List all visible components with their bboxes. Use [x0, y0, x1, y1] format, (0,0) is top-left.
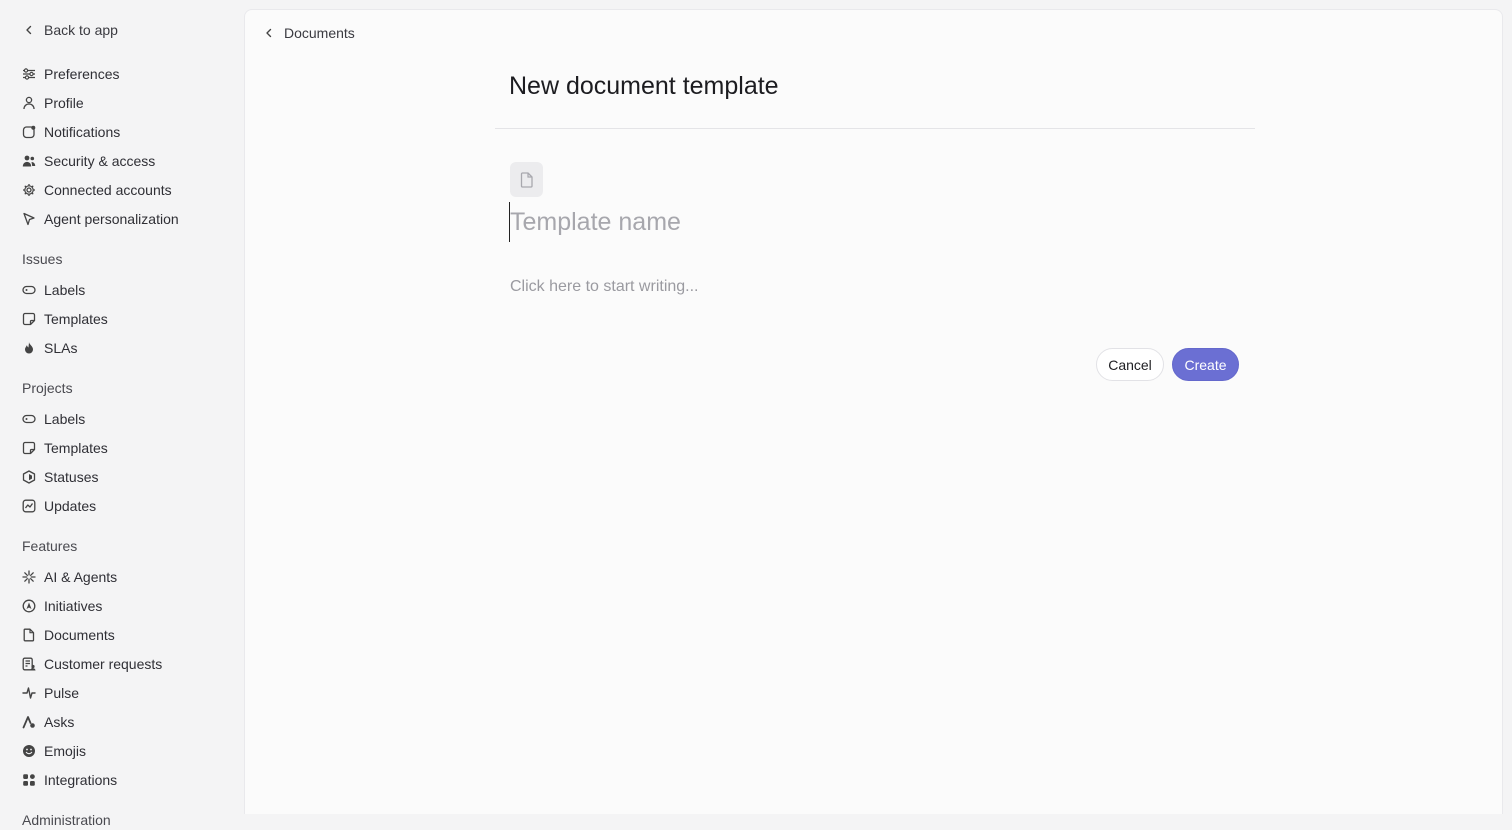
cancel-button[interactable]: Cancel	[1096, 348, 1164, 381]
template-body-editor[interactable]: Click here to start writing...	[510, 278, 1210, 302]
smiley-icon	[22, 744, 36, 758]
sidebar-item-label: Asks	[44, 713, 75, 730]
sidebar-item-pulse[interactable]: Pulse	[22, 678, 244, 707]
administration-section-title: Administration	[22, 812, 111, 828]
sparkle-icon	[22, 569, 36, 584]
administration-nav: Administration	[0, 810, 244, 830]
sidebar-item-label: Notifications	[44, 123, 121, 140]
breadcrumb-label: Documents	[284, 25, 355, 41]
template-icon	[22, 312, 36, 326]
chart-icon	[22, 499, 36, 513]
sidebar-item-label: Agent personalization	[44, 210, 179, 227]
back-to-app-link[interactable]: Back to app	[24, 18, 244, 42]
issues-nav: Issues Labels Templates SLAs	[0, 249, 244, 362]
sidebar-item-documents[interactable]: Documents	[22, 620, 244, 649]
sidebar-item-label: Templates	[44, 310, 108, 327]
sidebar-item-slas[interactable]: SLAs	[22, 333, 244, 362]
sidebar-item-emojis[interactable]: Emojis	[22, 736, 244, 765]
notification-icon	[22, 125, 36, 139]
sliders-icon	[22, 67, 36, 81]
pulse-icon	[22, 686, 36, 700]
template-icon-picker[interactable]	[510, 162, 543, 197]
sidebar-item-label: Security & access	[44, 152, 156, 169]
sidebar-item-label: Connected accounts	[44, 181, 172, 198]
sidebar-item-initiatives[interactable]: Initiatives	[22, 591, 244, 620]
sidebar-item-integrations[interactable]: Integrations	[22, 765, 244, 794]
projects-section-title: Projects	[22, 380, 73, 396]
document-icon	[520, 171, 533, 188]
cursor-icon	[22, 212, 36, 226]
sidebar-item-label: Pulse	[44, 684, 80, 701]
breadcrumb-documents[interactable]: Documents	[264, 25, 355, 41]
sidebar-item-label: AI & Agents	[44, 568, 118, 585]
sidebar-item-ai-agents[interactable]: AI & Agents	[22, 562, 244, 591]
sidebar-item-notifications[interactable]: Notifications	[22, 117, 244, 146]
sidebar-item-issue-labels[interactable]: Labels	[22, 275, 244, 304]
sidebar-item-issue-templates[interactable]: Templates	[22, 304, 244, 333]
sidebar-item-preferences[interactable]: Preferences	[22, 59, 244, 88]
person-icon	[22, 96, 36, 110]
sidebar-item-label: Documents	[44, 626, 115, 643]
sidebar-item-label: Customer requests	[44, 655, 163, 672]
hexagon-icon	[22, 469, 36, 484]
settings-sidebar: Back to app Preferences Profile Notifica…	[0, 0, 244, 828]
projects-nav: Projects Labels Templates Statuses Updat…	[0, 378, 244, 520]
sidebar-item-label: Statuses	[44, 468, 99, 485]
rocket-icon	[22, 599, 36, 613]
sidebar-item-connected-accounts[interactable]: Connected accounts	[22, 175, 244, 204]
create-button[interactable]: Create	[1172, 348, 1239, 381]
sidebar-item-asks[interactable]: Asks	[22, 707, 244, 736]
sidebar-item-label: Integrations	[44, 771, 118, 788]
sidebar-item-label: Profile	[44, 94, 84, 111]
sidebar-item-label: SLAs	[44, 339, 78, 356]
sidebar-item-project-labels[interactable]: Labels	[22, 404, 244, 433]
page-title: New document template	[509, 72, 779, 100]
template-name-input[interactable]	[509, 202, 1209, 242]
features-section-title: Features	[22, 538, 78, 554]
sidebar-item-updates[interactable]: Updates	[22, 491, 244, 520]
sidebar-item-project-templates[interactable]: Templates	[22, 433, 244, 462]
users-icon	[22, 154, 36, 168]
customer-icon	[22, 657, 36, 671]
sidebar-item-label: Labels	[44, 410, 86, 427]
tag-icon	[22, 283, 36, 297]
template-icon	[22, 441, 36, 455]
sidebar-item-label: Initiatives	[44, 597, 103, 614]
issues-section-title: Issues	[22, 251, 63, 267]
document-icon	[22, 628, 36, 642]
sidebar-item-profile[interactable]: Profile	[22, 88, 244, 117]
chevron-left-icon	[266, 28, 272, 38]
sidebar-item-statuses[interactable]: Statuses	[22, 462, 244, 491]
flame-icon	[22, 341, 36, 355]
grid-icon	[22, 773, 36, 787]
sidebar-item-label: Updates	[44, 497, 97, 514]
account-nav: Preferences Profile Notifications Securi…	[0, 59, 244, 233]
asks-icon	[22, 715, 36, 729]
sidebar-item-agent-personalization[interactable]: Agent personalization	[22, 204, 244, 233]
tag-icon	[22, 412, 36, 426]
sidebar-item-label: Labels	[44, 281, 86, 298]
main-panel: Documents New document template Click he…	[244, 9, 1503, 814]
sidebar-item-label: Emojis	[44, 742, 87, 759]
chevron-left-icon	[26, 25, 32, 35]
features-nav: Features AI & Agents Initiatives Documen…	[0, 536, 244, 794]
sidebar-item-security[interactable]: Security & access	[22, 146, 244, 175]
title-divider	[495, 128, 1255, 129]
sidebar-item-label: Templates	[44, 439, 108, 456]
gear-icon	[22, 183, 36, 197]
sidebar-item-label: Preferences	[44, 65, 120, 82]
back-to-app-label: Back to app	[44, 22, 118, 38]
sidebar-item-customer-requests[interactable]: Customer requests	[22, 649, 244, 678]
